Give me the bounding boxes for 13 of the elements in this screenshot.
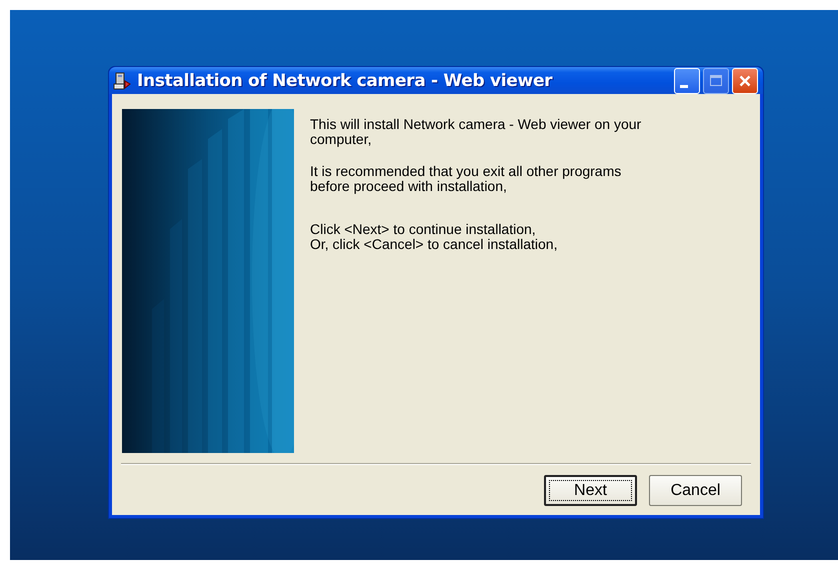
cancel-button[interactable]: Cancel [649,475,742,506]
maximize-icon [710,75,722,86]
minimize-button[interactable] [674,68,700,94]
close-icon [739,74,751,86]
message-text: It is recommended that you exit all other programs before proceed with installation, [310,164,622,194]
message-text: Click <Next> to continue installation, Or, click <Cancel> to cancel installation, [310,222,558,252]
next-button[interactable]: Next [544,475,637,506]
maximize-button[interactable] [703,68,729,94]
window-title: Installation of Network camera - Web viewer [137,70,554,90]
message-text: This will install Network camera - Web viewer on your computer, [310,117,642,147]
minimize-icon [680,85,688,88]
close-button[interactable] [732,68,758,94]
computer-icon [113,72,131,90]
